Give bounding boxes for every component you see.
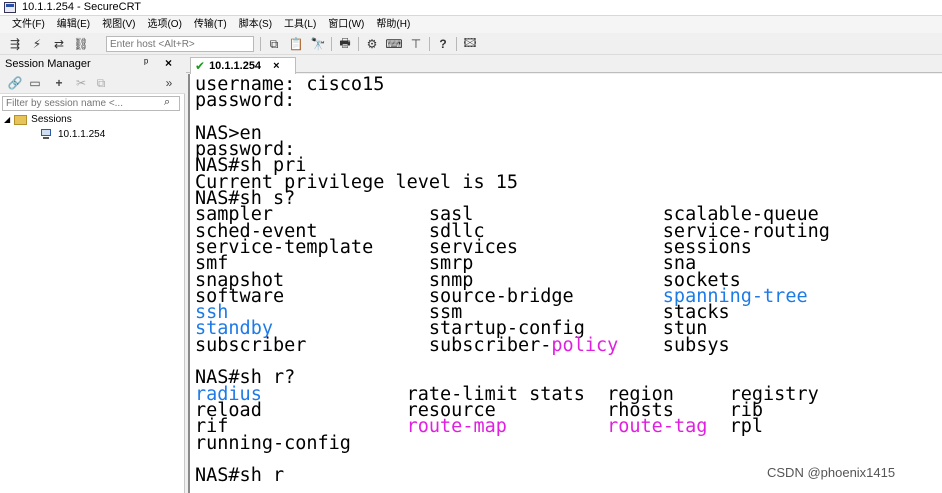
close-icon[interactable]: × (165, 56, 172, 70)
session-manager-panel: Session Manager ᵖ × 🔗 ▭ + ✂ ⧉ » ⌕ ◢ Sess… (0, 56, 185, 493)
link-icon[interactable]: 🔗 (6, 75, 24, 91)
pin-icon[interactable]: ᵖ (144, 57, 148, 69)
terminal-text: username: cisco15 password: NAS>en password… (195, 75, 830, 487)
terminal-segment: policy (551, 334, 619, 356)
session-manager-title: Session Manager (5, 58, 91, 70)
copy-icon[interactable]: ⧉ (92, 75, 110, 91)
terminal-segment: NAS#sh r (195, 465, 285, 487)
cut-icon[interactable]: ✂ (72, 75, 90, 91)
toolbar-separator (456, 37, 457, 51)
find-icon[interactable]: 🔭 (309, 36, 327, 52)
terminal-segment: subscriber subscriber- (195, 334, 552, 356)
connect-icon[interactable]: ⇶ (6, 36, 24, 52)
toolbar-separator (429, 37, 430, 51)
menu-tools[interactable]: 工具(L) (278, 16, 322, 33)
screen-icon[interactable]: 🖾 (461, 36, 479, 52)
terminal-output[interactable]: username: cisco15 password: NAS>en password… (188, 74, 942, 493)
tree-node-label: Sessions (31, 114, 72, 125)
menu-edit[interactable]: 编辑(E) (51, 16, 96, 33)
menu-bar: 文件(F) 编辑(E) 视图(V) 选项(O) 传输(T) 脚本(S) 工具(L… (0, 16, 942, 33)
open-icon[interactable]: ▭ (26, 75, 44, 91)
window-title: 10.1.1.254 - SecureCRT (22, 1, 142, 13)
terminal-line: running-config (195, 432, 830, 454)
session-tab-strip: ✔ 10.1.1.254 × (186, 56, 942, 74)
sftp-icon[interactable]: ⊤ (407, 36, 425, 52)
tree-node-label: 10.1.1.254 (58, 129, 106, 140)
terminal-line: NAS#sh r (195, 465, 830, 487)
tree-node-session[interactable]: 10.1.1.254 (40, 127, 105, 142)
lightning-connect-icon[interactable]: ⚡ (28, 36, 46, 52)
securecrt-app-icon[interactable] (4, 2, 16, 13)
session-manager-header: Session Manager ᵖ × (0, 56, 185, 72)
help-icon[interactable]: ? (434, 36, 452, 52)
session-filter-input[interactable] (2, 96, 180, 111)
settings-icon[interactable]: ⚙ (363, 36, 381, 52)
toolbar-separator (331, 37, 332, 51)
toolbar-separator (260, 37, 261, 51)
expand-triangle-icon[interactable]: ◢ (4, 115, 10, 124)
more-icon[interactable]: » (160, 75, 178, 91)
search-icon[interactable]: ⌕ (164, 96, 170, 109)
copy-icon[interactable]: ⧉ (265, 36, 283, 52)
computer-icon (40, 129, 54, 140)
terminal-segment: subsys (618, 334, 730, 356)
print-icon[interactable]: 🖶 (336, 36, 354, 52)
terminal-segment: password: (195, 90, 296, 112)
menu-script[interactable]: 脚本(S) (233, 16, 278, 33)
terminal-segment: rpl (707, 416, 764, 438)
session-tab[interactable]: ✔ 10.1.1.254 × (190, 57, 296, 74)
terminal-segment: route-map (406, 416, 507, 438)
quick-connect-input[interactable] (106, 36, 254, 52)
session-manager-toolbar: 🔗 ▭ + ✂ ⧉ » (0, 72, 185, 94)
menu-view[interactable]: 视图(V) (96, 16, 141, 33)
tab-label: 10.1.1.254 (209, 60, 262, 72)
watermark: CSDN @phoenix1415 (767, 465, 896, 480)
toolbar-separator (358, 37, 359, 51)
menu-transfer[interactable]: 传输(T) (188, 16, 233, 33)
keymap-icon[interactable]: ⌨ (385, 36, 403, 52)
disconnect-icon[interactable]: ⛓ (72, 36, 90, 52)
menu-window[interactable]: 窗口(W) (322, 16, 370, 33)
close-tab-icon[interactable]: × (273, 60, 279, 72)
connected-check-icon: ✔ (195, 59, 206, 73)
terminal-line: subscriber subscriber-policy subsys (195, 334, 830, 356)
menu-file[interactable]: 文件(F) (6, 16, 51, 33)
folder-icon (14, 114, 28, 125)
tree-node-sessions[interactable]: ◢ Sessions (4, 112, 72, 127)
terminal-line: password: (195, 90, 830, 112)
title-bar: 10.1.1.254 - SecureCRT (0, 0, 942, 16)
reconnect-icon[interactable]: ⇄ (50, 36, 68, 52)
terminal-segment (507, 416, 607, 437)
paste-icon[interactable]: 📋 (287, 36, 305, 52)
menu-help[interactable]: 帮助(H) (370, 16, 416, 33)
main-toolbar: ⇶ ⚡ ⇄ ⛓ ⧉ 📋 🔭 🖶 ⚙ ⌨ ⊤ ? 🖾 (0, 33, 942, 55)
terminal-segment: running-config (195, 432, 351, 454)
add-session-icon[interactable]: + (50, 75, 68, 91)
menu-options[interactable]: 选项(O) (141, 16, 187, 33)
terminal-segment: route-tag (607, 416, 708, 438)
